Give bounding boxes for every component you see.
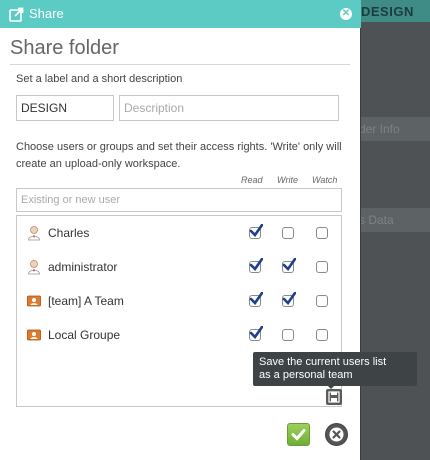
save-team-button[interactable] [326,389,342,405]
checkmark-icon [249,224,263,238]
watch-checkbox[interactable] [316,261,328,273]
write-checkbox[interactable] [282,329,294,341]
checkmark-icon [249,292,263,306]
cancel-button[interactable] [325,423,348,446]
user-icon [28,260,40,275]
read-checkbox[interactable] [249,258,263,273]
access-rights-info: Choose users or groups and set their acc… [16,141,342,170]
read-checkbox[interactable] [249,224,263,239]
dialog-title: Share [29,6,64,21]
watch-checkbox[interactable] [316,329,328,341]
group-icon [27,295,41,307]
user-row: Charles [17,216,341,250]
user-row: administrator [17,250,341,284]
background-data-panel: s Data [355,208,430,232]
dialog-titlebar: Share ✕ [0,0,361,28]
user-row: Local Groupe [17,318,341,352]
page-title: Share folder [10,37,350,65]
checkmark-icon [249,326,263,340]
user-name: [team] A Team [48,294,124,308]
confirm-button[interactable] [287,423,310,446]
description-input[interactable] [119,95,339,121]
save-icon [328,391,340,403]
background-data-label: s Data [359,213,394,227]
close-icon[interactable]: ✕ [340,8,352,20]
cancel-icon [329,427,344,442]
column-write-header: Write [277,175,298,185]
column-read-header: Read [241,175,263,185]
write-checkbox[interactable] [282,227,294,239]
tooltip-arrow [326,384,336,389]
write-checkbox[interactable] [282,292,296,307]
share-icon [9,7,24,22]
user-row: [team] A Team [17,284,341,318]
tooltip-line-1: Save the current users list [259,356,387,368]
checkmark-icon [282,292,296,306]
user-icon [28,226,40,241]
label-input[interactable] [16,95,114,121]
background-workspace-header: DESIGN [355,0,430,22]
share-dialog: Share ✕ Share folder Set a label and a s… [0,0,361,460]
write-checkbox[interactable] [282,258,296,273]
watch-checkbox[interactable] [316,295,328,307]
group-icon [27,329,41,341]
tooltip-line-2: as a personal team [259,369,353,381]
user-name: Local Groupe [48,328,121,342]
column-watch-header: Watch [312,175,338,185]
checkmark-icon [291,429,306,441]
save-team-tooltip: Save the current users list as a persona… [253,352,417,386]
user-search-input[interactable] [16,188,342,212]
background-workspace-label: DESIGN [361,4,414,19]
label-instructions: Set a label and a short description [16,73,183,85]
read-checkbox[interactable] [249,292,263,307]
checkmark-icon [249,258,263,272]
background-info-panel: der Info [355,117,430,141]
read-checkbox[interactable] [249,326,263,341]
watch-checkbox[interactable] [316,227,328,239]
background-info-label: der Info [359,122,400,136]
checkmark-icon [282,258,296,272]
user-name: administrator [48,260,118,274]
user-name: Charles [48,226,90,240]
